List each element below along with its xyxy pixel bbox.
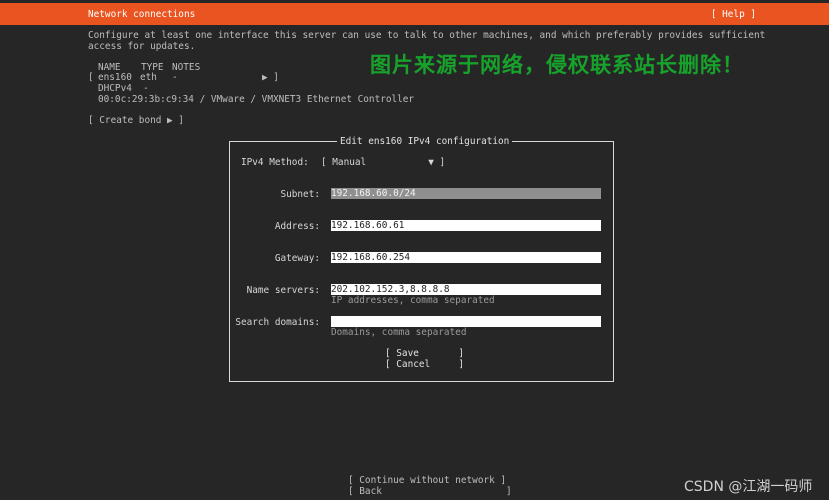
cancel-button[interactable]: [ Cancel ]	[385, 359, 464, 370]
dhcp-status: DHCPv4 -	[98, 83, 149, 94]
search-domains-input[interactable]	[331, 316, 601, 327]
page-title: Network connections	[88, 9, 196, 20]
intro-line-1: Configure at least one interface this se…	[88, 30, 766, 41]
create-bond-button[interactable]: [ Create bond ▶ ]	[88, 115, 184, 126]
watermark-text: 图片来源于网络，侵权联系站长删除！	[370, 53, 744, 77]
nameservers-input[interactable]: 202.102.152.3,8.8.8.8	[331, 284, 601, 295]
nameservers-label: Name servers:	[246, 285, 320, 296]
subnet-label: Subnet:	[280, 189, 320, 200]
ipv4-method-label: IPv4 Method:	[241, 157, 309, 168]
interface-type: eth	[140, 72, 157, 83]
continue-without-network-button[interactable]: [ Continue without network ]	[348, 475, 506, 486]
header-bar: Network connections [ Help ]	[0, 3, 829, 25]
gateway-input[interactable]: 192.168.60.254	[331, 252, 601, 263]
address-label: Address:	[274, 221, 320, 232]
ipv4-method-select[interactable]: [ Manual ▼ ]	[321, 157, 445, 168]
save-button[interactable]: [ Save ]	[385, 348, 464, 359]
interface-menu-arrow-icon[interactable]: ▶ ]	[262, 72, 279, 83]
subnet-input[interactable]: 192.168.60.0/24	[331, 188, 601, 199]
interface-notes: -	[172, 72, 178, 83]
csdn-attribution: CSDN @江湖一码师	[684, 479, 813, 495]
interface-hardware: 00:0c:29:3b:c9:34 / VMware / VMXNET3 Eth…	[98, 94, 415, 105]
search-domains-hint: Domains, comma separated	[331, 327, 467, 338]
search-domains-label: Search domains:	[235, 317, 320, 328]
intro-line-2: access for updates.	[88, 41, 196, 52]
help-button[interactable]: [ Help ]	[711, 9, 756, 20]
back-button[interactable]: [ Back ]	[348, 486, 512, 497]
interface-name: ens160	[98, 72, 132, 83]
dialog-title: Edit ens160 IPv4 configuration	[337, 136, 513, 147]
address-input[interactable]: 192.168.60.61	[331, 220, 601, 231]
row-open-bracket: [	[88, 72, 94, 83]
gateway-label: Gateway:	[274, 253, 320, 264]
nameservers-hint: IP addresses, comma separated	[331, 295, 495, 306]
